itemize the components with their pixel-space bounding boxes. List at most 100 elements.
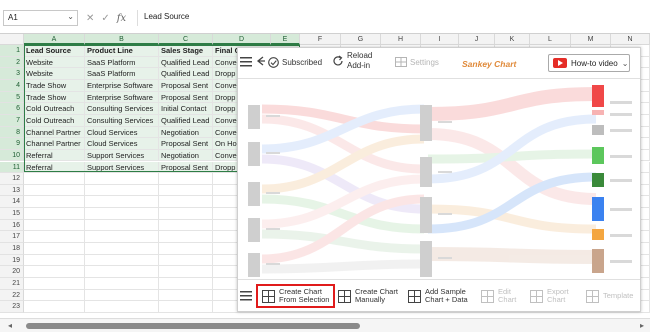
row-header[interactable]: 8 [0, 126, 24, 139]
row-header[interactable]: 6 [0, 103, 24, 115]
row-header[interactable]: 12 [0, 173, 24, 185]
empty-cell[interactable] [85, 278, 159, 290]
table-cell[interactable]: Enterprise Software [85, 79, 159, 92]
empty-cell[interactable] [85, 254, 159, 267]
row-header[interactable]: 22 [0, 289, 24, 302]
settings-button[interactable]: Settings [395, 57, 439, 67]
hamburger-menu-icon[interactable] [240, 57, 252, 67]
column-header-i[interactable]: I [421, 34, 459, 45]
table-cell[interactable]: Enterprise Software [85, 91, 159, 104]
table-cell[interactable]: Cloud Services [85, 138, 159, 150]
table-cell[interactable]: Channel Partner [24, 126, 85, 139]
table-cell[interactable]: Website [24, 68, 85, 80]
column-header-f[interactable]: F [300, 34, 341, 45]
empty-cell[interactable] [24, 266, 85, 278]
table-header-cell[interactable]: Product Line [85, 45, 159, 57]
table-cell[interactable]: Negotiation [159, 126, 213, 139]
row-header[interactable]: 1 [0, 45, 24, 57]
row-header[interactable]: 16 [0, 219, 24, 232]
table-cell[interactable]: Cold Outreach [24, 114, 85, 127]
empty-cell[interactable] [159, 289, 213, 302]
row-header[interactable]: 2 [0, 56, 24, 69]
empty-cell[interactable] [85, 266, 159, 278]
scroll-right-icon[interactable]: ▸ [640, 321, 644, 330]
table-cell[interactable]: Support Services [85, 161, 159, 174]
column-header-d[interactable]: D [213, 34, 271, 45]
row-header[interactable]: 9 [0, 138, 24, 150]
table-cell[interactable]: Cold Outreach [24, 103, 85, 115]
row-header[interactable]: 23 [0, 301, 24, 313]
howto-video-dropdown[interactable]: How-to video ⌄ [548, 54, 630, 72]
row-header[interactable]: 19 [0, 254, 24, 267]
row-header[interactable]: 4 [0, 79, 24, 92]
empty-cell[interactable] [85, 301, 159, 313]
empty-cell[interactable] [24, 184, 85, 197]
table-cell[interactable]: Proposal Sent [159, 79, 213, 92]
chevron-down-icon[interactable]: ⌄ [67, 12, 74, 21]
table-cell[interactable]: Consulting Services [85, 103, 159, 115]
empty-cell[interactable] [159, 266, 213, 278]
empty-cell[interactable] [85, 208, 159, 220]
row-header[interactable]: 17 [0, 231, 24, 244]
row-header[interactable]: 18 [0, 243, 24, 255]
empty-cell[interactable] [159, 219, 213, 232]
table-cell[interactable]: Trade Show [24, 91, 85, 104]
table-cell[interactable]: Qualified Lead [159, 56, 213, 69]
name-box[interactable]: A1 ⌄ [3, 10, 78, 26]
column-header-m[interactable]: M [571, 34, 611, 45]
row-header[interactable]: 11 [0, 161, 24, 174]
empty-cell[interactable] [159, 231, 213, 244]
row-header[interactable]: 13 [0, 184, 24, 197]
row-header[interactable]: 15 [0, 208, 24, 220]
table-cell[interactable]: Qualified Lead [159, 114, 213, 127]
column-header-h[interactable]: H [381, 34, 421, 45]
column-header-e[interactable]: E [271, 34, 300, 45]
row-header[interactable]: 10 [0, 149, 24, 162]
table-cell[interactable]: Proposal Sent [159, 161, 213, 174]
horizontal-scrollbar[interactable]: ◂ ▸ [0, 318, 650, 332]
empty-cell[interactable] [85, 173, 159, 185]
table-header-cell[interactable]: Sales Stage [159, 45, 213, 57]
column-header-c[interactable]: C [159, 34, 213, 45]
table-cell[interactable]: Website [24, 56, 85, 69]
row-header[interactable]: 7 [0, 114, 24, 127]
cancel-icon[interactable]: ✕ [86, 13, 94, 24]
column-header-a[interactable]: A [24, 34, 85, 45]
subscribed-button[interactable]: Subscribed [268, 57, 322, 68]
column-header-k[interactable]: K [495, 34, 530, 45]
empty-cell[interactable] [85, 219, 159, 232]
select-all-corner[interactable] [0, 34, 24, 45]
empty-cell[interactable] [85, 243, 159, 255]
export-chart-button[interactable]: Export Chart [530, 284, 569, 308]
empty-cell[interactable] [159, 301, 213, 313]
table-cell[interactable]: Support Services [85, 149, 159, 162]
table-cell[interactable]: Channel Partner [24, 138, 85, 150]
column-header-l[interactable]: L [530, 34, 571, 45]
column-header-g[interactable]: G [341, 34, 381, 45]
create-chart-manually-button[interactable]: Create Chart Manually [338, 284, 398, 308]
back-arrow-icon[interactable] [255, 55, 265, 67]
template-button[interactable]: Template [586, 284, 633, 308]
empty-cell[interactable] [85, 196, 159, 209]
column-header-j[interactable]: J [459, 34, 495, 45]
empty-cell[interactable] [24, 301, 85, 313]
table-cell[interactable]: Proposal Sent [159, 138, 213, 150]
empty-cell[interactable] [24, 254, 85, 267]
table-cell[interactable]: Proposal Sent [159, 91, 213, 104]
empty-cell[interactable] [24, 208, 85, 220]
column-header-n[interactable]: N [611, 34, 650, 45]
table-cell[interactable]: Qualified Lead [159, 68, 213, 80]
scroll-left-icon[interactable]: ◂ [8, 321, 12, 330]
empty-cell[interactable] [159, 184, 213, 197]
column-header-b[interactable]: B [85, 34, 159, 45]
row-header[interactable]: 14 [0, 196, 24, 209]
table-cell[interactable]: Referral [24, 161, 85, 174]
table-cell[interactable]: Initial Contact [159, 103, 213, 115]
row-header[interactable]: 21 [0, 278, 24, 290]
table-header-cell[interactable]: Lead Source [24, 45, 85, 57]
bottom-hamburger-menu-icon[interactable] [240, 290, 252, 302]
confirm-icon[interactable]: ✓ [101, 13, 109, 24]
empty-cell[interactable] [85, 289, 159, 302]
empty-cell[interactable] [159, 196, 213, 209]
table-cell[interactable]: Trade Show [24, 79, 85, 92]
